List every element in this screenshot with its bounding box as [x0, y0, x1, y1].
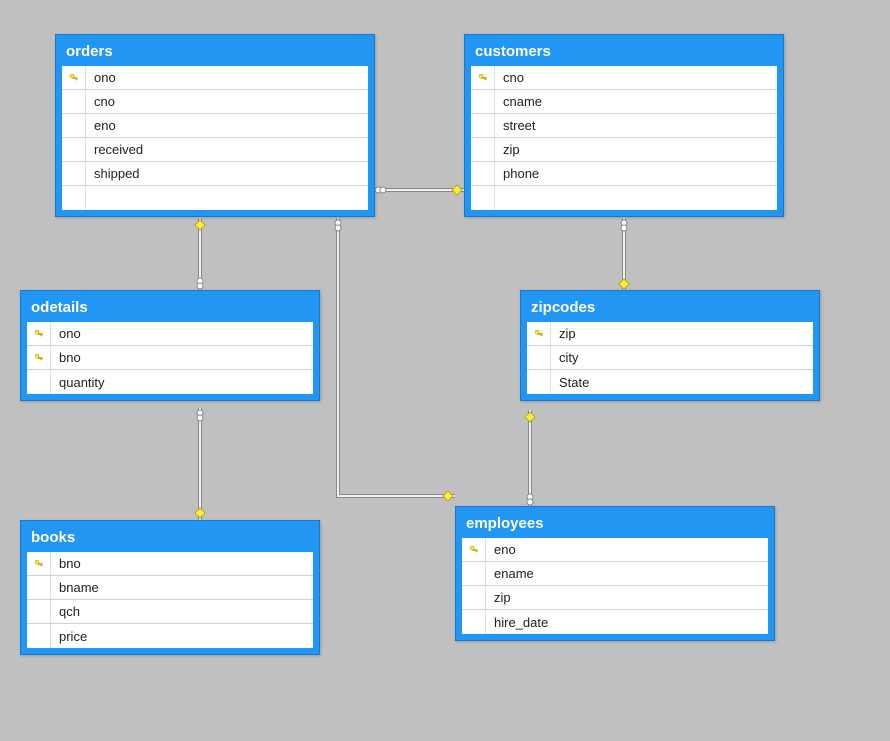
table-body: bno bname qch price: [27, 552, 313, 648]
column-name: qch: [51, 604, 80, 619]
column-name: price: [51, 629, 87, 644]
column-name: zip: [486, 590, 511, 605]
table-row[interactable]: bno: [27, 346, 313, 370]
table-title: orders: [62, 41, 368, 66]
table-row[interactable]: cname: [471, 90, 777, 114]
column-name: ono: [51, 326, 81, 341]
er-diagram-canvas: orders ono cno eno received shipped cust…: [0, 0, 890, 741]
table-employees[interactable]: employees eno ename zip hire_date: [455, 506, 775, 641]
table-title: customers: [471, 41, 777, 66]
key-icon: [469, 545, 479, 555]
table-row[interactable]: ono: [62, 66, 368, 90]
column-name: ename: [486, 566, 534, 581]
column-name: bname: [51, 580, 99, 595]
table-zipcodes[interactable]: zipcodes zip city State: [520, 290, 820, 401]
table-row[interactable]: received: [62, 138, 368, 162]
table-row[interactable]: cno: [471, 66, 777, 90]
table-odetails[interactable]: odetails ono bno quantity: [20, 290, 320, 401]
key-icon: [69, 73, 79, 83]
table-row[interactable]: eno: [62, 114, 368, 138]
table-row[interactable]: phone: [471, 162, 777, 186]
key-icon: [34, 329, 44, 339]
table-title: books: [27, 527, 313, 552]
table-row[interactable]: ename: [462, 562, 768, 586]
table-row[interactable]: shipped: [62, 162, 368, 186]
table-row[interactable]: State: [527, 370, 813, 394]
column-name: phone: [495, 166, 539, 181]
table-row: [62, 186, 368, 210]
column-name: cno: [495, 70, 524, 85]
table-books[interactable]: books bno bname qch price: [20, 520, 320, 655]
table-body: eno ename zip hire_date: [462, 538, 768, 634]
table-body: ono bno quantity: [27, 322, 313, 394]
table-row[interactable]: city: [527, 346, 813, 370]
table-row[interactable]: eno: [462, 538, 768, 562]
column-name: cno: [86, 94, 115, 109]
column-name: city: [551, 350, 579, 365]
table-row[interactable]: street: [471, 114, 777, 138]
table-row[interactable]: quantity: [27, 370, 313, 394]
table-title: zipcodes: [527, 297, 813, 322]
table-row[interactable]: zip: [471, 138, 777, 162]
column-name: eno: [86, 118, 116, 133]
column-name: cname: [495, 94, 542, 109]
table-row[interactable]: bname: [27, 576, 313, 600]
column-name: bno: [51, 350, 81, 365]
table-row[interactable]: hire_date: [462, 610, 768, 634]
column-name: received: [86, 142, 143, 157]
column-name: street: [495, 118, 536, 133]
table-row: [471, 186, 777, 210]
column-name: eno: [486, 542, 516, 557]
key-icon: [478, 73, 488, 83]
column-name: quantity: [51, 375, 105, 390]
table-row[interactable]: bno: [27, 552, 313, 576]
column-name: bno: [51, 556, 81, 571]
table-row[interactable]: price: [27, 624, 313, 648]
table-customers[interactable]: customers cno cname street zip phone: [464, 34, 784, 217]
table-body: zip city State: [527, 322, 813, 394]
table-orders[interactable]: orders ono cno eno received shipped: [55, 34, 375, 217]
column-name: shipped: [86, 166, 140, 181]
table-body: ono cno eno received shipped: [62, 66, 368, 210]
table-row[interactable]: zip: [462, 586, 768, 610]
table-row[interactable]: qch: [27, 600, 313, 624]
column-name: zip: [551, 326, 576, 341]
table-title: odetails: [27, 297, 313, 322]
table-row[interactable]: ono: [27, 322, 313, 346]
column-name: ono: [86, 70, 116, 85]
column-name: State: [551, 375, 589, 390]
table-row[interactable]: cno: [62, 90, 368, 114]
table-body: cno cname street zip phone: [471, 66, 777, 210]
column-name: zip: [495, 142, 520, 157]
table-row[interactable]: zip: [527, 322, 813, 346]
column-name: hire_date: [486, 615, 548, 630]
table-title: employees: [462, 513, 768, 538]
key-icon: [534, 329, 544, 339]
key-icon: [34, 559, 44, 569]
key-icon: [34, 353, 44, 363]
